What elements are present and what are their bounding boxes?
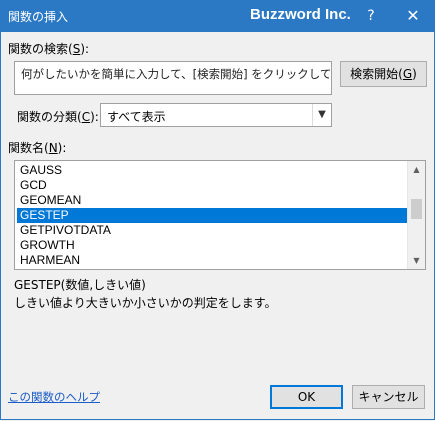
list-item[interactable]: GROWTH [17,238,409,253]
scroll-down-icon[interactable]: ▼ [408,252,425,269]
dialog-title: 関数の挿入 [8,10,69,24]
category-selected-value: すべて表示 [107,110,166,124]
close-icon[interactable]: ✕ [398,0,428,32]
scroll-thumb[interactable] [411,199,422,219]
list-item-selected[interactable]: GESTEP [17,208,409,223]
list-item[interactable]: GETPIVOTDATA [17,223,409,238]
ok-button[interactable]: OK [270,385,343,409]
chevron-down-icon[interactable]: ▼ [312,104,331,126]
title-bar: 関数の挿入 Buzzword Inc. ? ✕ [0,0,435,32]
function-syntax: GESTEP(数値,しきい値) [14,278,146,292]
list-item[interactable]: HARMEAN [17,253,409,268]
function-description: しきい値より大きいか小さいかの判定をします。 [14,296,277,310]
brand-label: Buzzword Inc. [250,6,351,23]
search-input[interactable]: 何がしたいかを簡単に入力して、[検索開始] をクリックしてください。 [14,61,332,95]
function-name-label: 関数名(N): [8,141,67,155]
list-item[interactable]: GAUSS [17,163,409,178]
list-item[interactable]: GCD [17,178,409,193]
function-listbox[interactable]: GAUSS GCD GEOMEAN GESTEP GETPIVOTDATA GR… [14,160,426,270]
category-label: 関数の分類(C): [17,110,99,124]
search-label: 関数の検索(S): [8,42,90,56]
scroll-up-icon[interactable]: ▲ [408,161,425,178]
list-scrollbar[interactable]: ▲ ▼ [407,161,425,269]
function-help-link[interactable]: この関数のヘルプ [8,389,100,405]
help-icon[interactable]: ? [356,0,386,32]
list-item[interactable]: GEOMEAN [17,193,409,208]
cancel-button[interactable]: キャンセル [352,385,425,409]
search-start-button[interactable]: 検索開始(G) [340,61,427,87]
category-select[interactable]: すべて表示 ▼ [100,103,332,127]
